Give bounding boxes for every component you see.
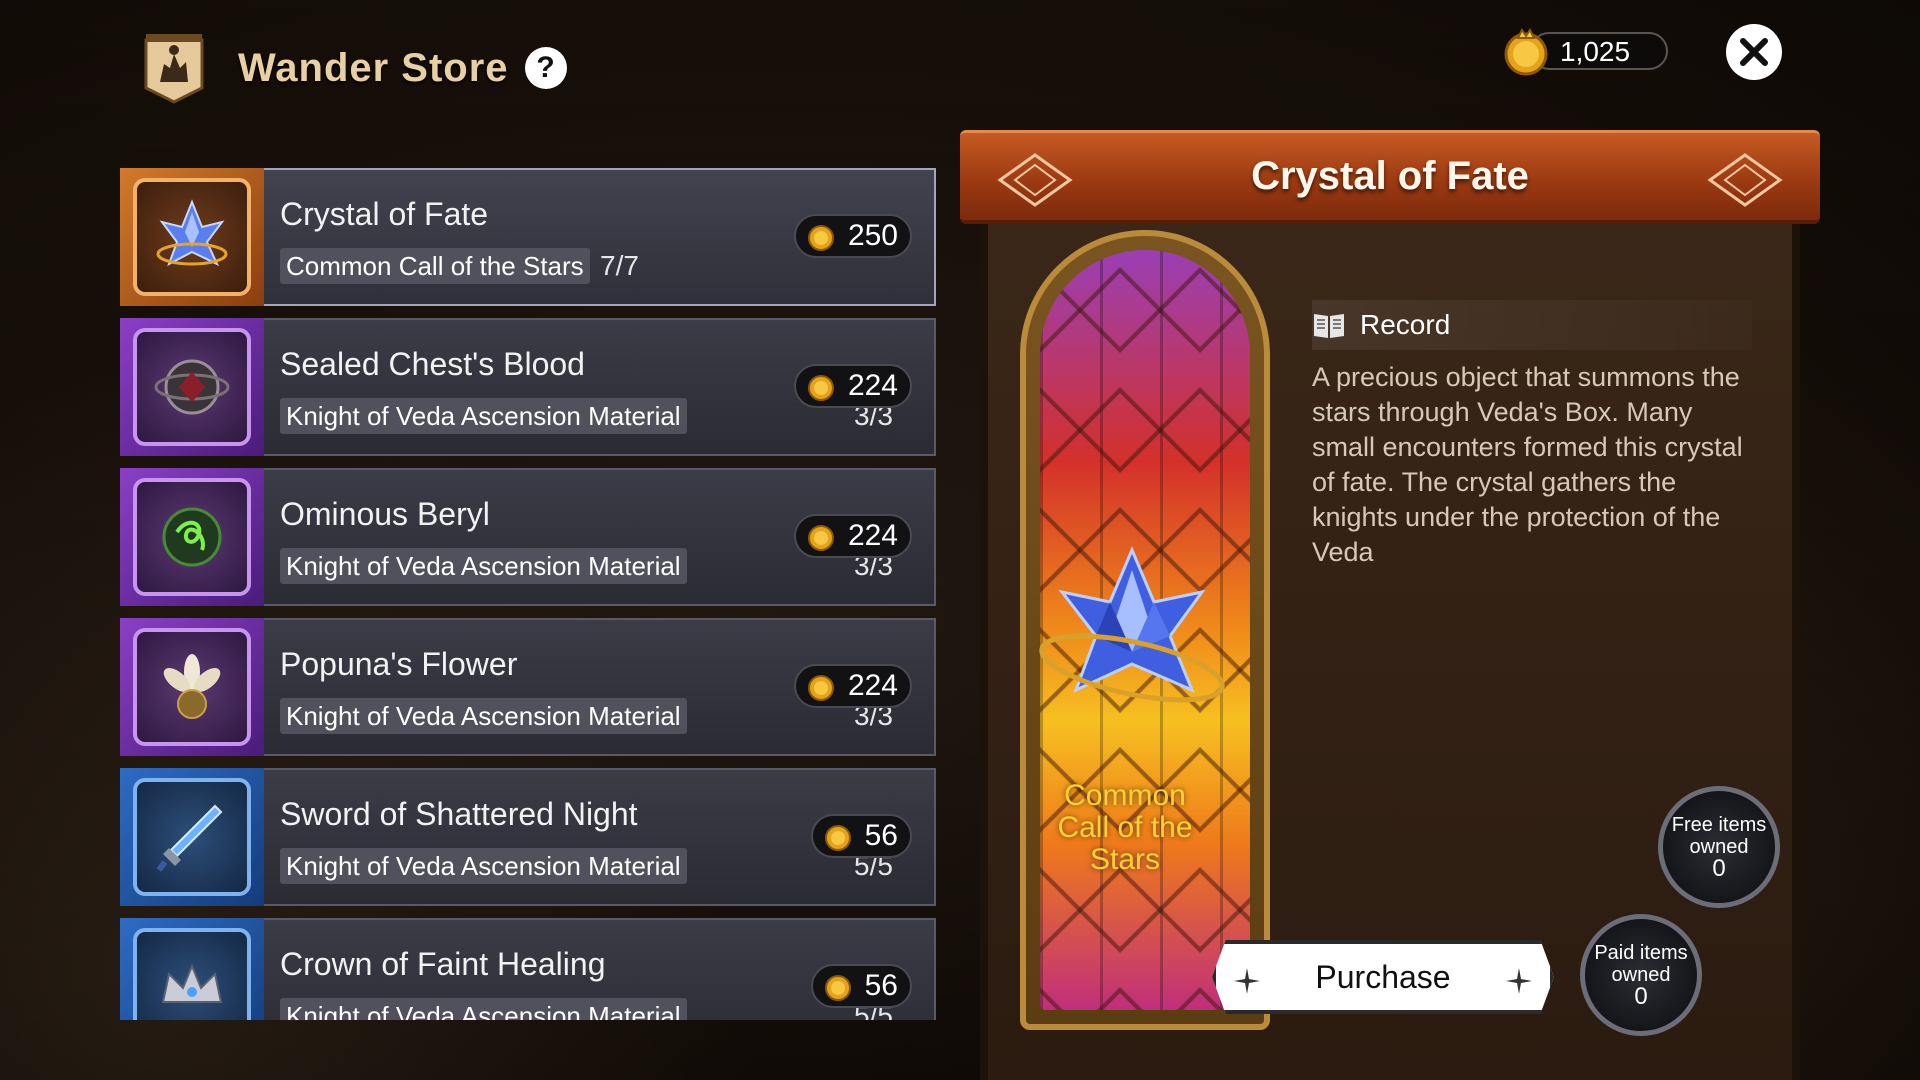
item-body: Crystal of Fate Common Call of the Stars… [264,168,936,306]
crystal-icon [1039,546,1225,703]
purchase-button[interactable]: Purchase [1212,940,1554,1014]
crystal-icon [156,199,228,267]
item-thumbnail [120,768,264,906]
item-detail-panel: Crystal of Fate Common Call of the Stars… [960,130,1820,1080]
record-header: Record [1312,300,1752,350]
gold-coin-icon [824,825,851,851]
item-body: Popuna's Flower Knight of Veda Ascension… [264,618,936,756]
item-name: Crown of Faint Healing [280,946,606,982]
paid-items-owned-count: 0 [1634,983,1648,1010]
item-thumbnail [120,618,264,756]
currency-display: 1,025 [1500,28,1670,76]
item-stock: 7/7 [600,250,639,281]
item-category-tag: Knight of Veda Ascension Material [280,548,687,584]
item-thumbnail [120,168,264,306]
help-button[interactable]: ? [524,47,567,89]
item-price: 224 [793,514,912,558]
item-description: A precious object that summons the stars… [1312,362,1743,567]
item-name: Crystal of Fate [280,196,489,232]
list-item[interactable]: Crown of Faint Healing Knight of Veda As… [120,918,936,1020]
item-category-tag: Common Call of the Stars [280,248,590,284]
item-category-tag: Knight of Veda Ascension Material [280,998,687,1020]
item-body: Sealed Chest's Blood Knight of Veda Asce… [264,318,936,456]
item-price-value: 224 [847,519,898,552]
item-name: Ominous Beryl [280,496,490,532]
item-price-value: 56 [864,969,898,1002]
close-icon [1740,38,1768,66]
list-item[interactable]: Sword of Shattered Night Knight of Veda … [120,768,936,906]
paid-items-owned-badge: Paid items owned 0 [1580,914,1702,1036]
item-list[interactable]: Crystal of Fate Common Call of the Stars… [120,168,936,1020]
currency-amount: 1,025 [1560,36,1631,67]
gold-coin-icon [1504,28,1548,76]
item-name: Sealed Chest's Blood [280,346,585,382]
item-price: 56 [810,964,912,1008]
gold-coin-icon [824,975,851,1001]
item-category-caption: Common Call of the Stars [1057,779,1193,876]
detail-title-banner: Crystal of Fate [960,130,1820,224]
item-thumbnail [120,468,264,606]
item-price-value: 224 [847,369,898,402]
sealed-orb-icon [154,359,230,415]
item-category-tag: Knight of Veda Ascension Material [280,698,687,734]
item-price-value: 224 [847,669,898,702]
free-items-owned-badge: Free items owned 0 [1658,786,1780,908]
close-button[interactable] [1726,24,1782,80]
beryl-icon [162,507,222,567]
store-banner-icon [140,32,208,104]
item-price: 250 [793,214,912,258]
item-category-tag: Knight of Veda Ascension Material [280,848,687,884]
item-name: Popuna's Flower [280,646,518,682]
store-header: Wander Store ? [140,28,567,108]
free-items-owned-label: Free items owned [1671,814,1767,858]
sparkle-icon [1506,968,1532,994]
item-body: Crown of Faint Healing Knight of Veda As… [264,918,936,1020]
ornament-icon [1707,153,1783,207]
store-title: Wander Store [238,45,509,90]
list-item[interactable]: Popuna's Flower Knight of Veda Ascension… [120,618,936,756]
list-item[interactable]: Ominous Beryl Knight of Veda Ascension M… [120,468,936,606]
item-body: Ominous Beryl Knight of Veda Ascension M… [264,468,936,606]
record-label: Record [1360,309,1451,340]
gold-coin-icon [807,525,834,551]
item-price: 224 [793,664,912,708]
item-category-tag: Knight of Veda Ascension Material [280,398,687,434]
flower-icon [163,654,221,719]
gold-coin-icon [807,225,834,251]
item-price-value: 250 [847,219,898,252]
list-item[interactable]: Crystal of Fate Common Call of the Stars… [120,168,936,306]
item-thumbnail [120,318,264,456]
item-body: Sword of Shattered Night Knight of Veda … [264,768,936,906]
record-section: Record A precious object that summons th… [1312,300,1752,570]
item-price: 56 [810,814,912,858]
item-thumbnail [120,918,264,1020]
free-items-owned-count: 0 [1712,855,1726,882]
sparkle-icon [1234,968,1260,994]
purchase-label: Purchase [1315,958,1451,995]
gold-coin-icon [807,675,834,701]
crown-icon [161,963,223,1003]
list-item[interactable]: Sealed Chest's Blood Knight of Veda Asce… [120,318,936,456]
gold-coin-icon [807,375,834,401]
item-price: 224 [793,364,912,408]
paid-items-owned-label: Paid items owned [1594,942,1688,986]
detail-title: Crystal of Fate [1251,154,1529,198]
item-price-value: 56 [864,819,898,852]
ornament-icon [997,153,1073,207]
sword-icon [156,804,223,872]
book-icon [1314,314,1344,338]
item-name: Sword of Shattered Night [280,796,638,832]
